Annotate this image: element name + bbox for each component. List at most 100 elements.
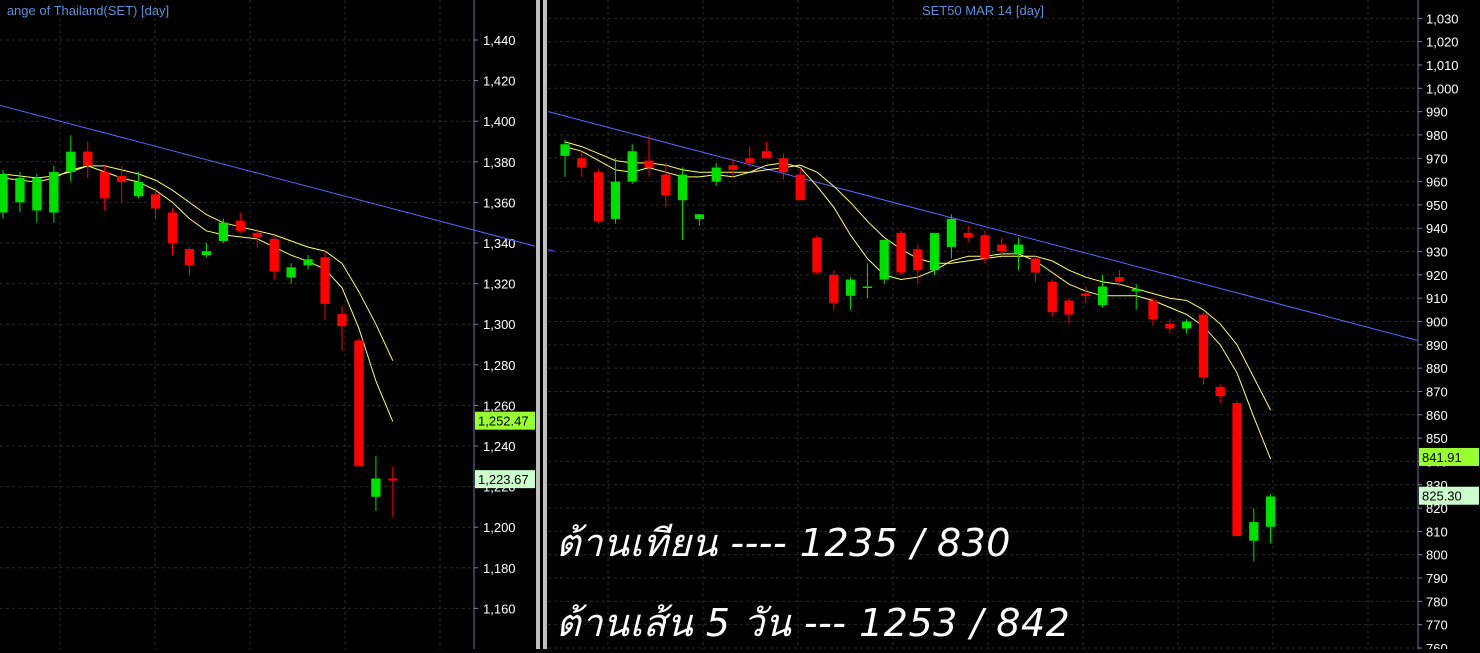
ma-slow-line — [2, 165, 394, 361]
candle-body — [201, 251, 212, 256]
y-tick-label: 790 — [1426, 571, 1448, 586]
candle — [167, 208, 178, 256]
candle-body — [778, 158, 789, 173]
y-tick-label: 890 — [1426, 338, 1448, 353]
candle-body — [577, 158, 587, 168]
candle — [116, 165, 127, 203]
chart-title: ange of Thailand(SET) [day] — [7, 3, 169, 18]
candle — [201, 243, 212, 258]
candle-body — [100, 171, 110, 199]
y-tick-label: 1,300 — [483, 317, 516, 332]
candle-body — [1181, 321, 1192, 329]
candle — [761, 141, 772, 159]
candle-body — [1131, 288, 1141, 292]
candle — [829, 270, 839, 310]
candle — [879, 239, 889, 285]
y-tick-label: 1,010 — [1426, 58, 1459, 73]
candle — [1215, 384, 1225, 404]
y-tick-label: 1,160 — [483, 601, 516, 616]
candle-body — [1013, 244, 1024, 254]
candle — [320, 251, 330, 321]
y-tick-label: 1,380 — [483, 155, 516, 170]
candle-body — [1265, 496, 1276, 527]
candle-body — [980, 235, 990, 259]
candle — [371, 456, 381, 511]
candle-body — [0, 173, 8, 213]
candle-body — [1215, 386, 1225, 397]
y-tick-label: 990 — [1426, 105, 1448, 120]
candle — [812, 235, 822, 275]
candle — [354, 338, 364, 467]
candle-body — [745, 158, 755, 163]
candle — [1047, 279, 1057, 317]
candle — [150, 190, 161, 219]
candle-body — [66, 151, 76, 172]
y-tick-label: 800 — [1426, 548, 1448, 563]
candle-body — [1114, 277, 1125, 282]
chart-panel-set: 1,1601,1801,2001,2201,2401,2601,2801,300… — [0, 0, 555, 649]
y-tick-label: 1,020 — [1426, 35, 1459, 50]
chart-title: SET50 MAR 14 [day] — [922, 3, 1044, 18]
candle-body — [320, 257, 330, 304]
candle-body — [593, 172, 604, 222]
y-tick-label: 1,030 — [1426, 11, 1459, 26]
price-label-text: 825.30 — [1422, 489, 1462, 504]
candle — [946, 214, 957, 259]
candle — [218, 218, 229, 243]
candle-body — [133, 182, 144, 197]
y-tick-label: 950 — [1426, 198, 1448, 213]
candle-body — [997, 244, 1007, 252]
candle-body — [150, 194, 161, 209]
candle — [845, 277, 856, 310]
candle — [1232, 400, 1242, 537]
candle-body — [252, 232, 262, 237]
candle-body — [661, 174, 671, 196]
candle — [896, 230, 906, 275]
candle — [66, 135, 76, 183]
candle-body — [354, 340, 364, 467]
candle-body — [677, 174, 688, 201]
candle-body — [32, 178, 42, 211]
y-tick-label: 930 — [1426, 245, 1448, 260]
y-tick-label: 870 — [1426, 384, 1448, 399]
candle — [32, 173, 42, 223]
trendline — [0, 104, 555, 252]
candle — [388, 466, 398, 518]
candle-body — [286, 267, 296, 278]
candle — [269, 234, 279, 280]
candle — [1198, 312, 1209, 385]
y-tick-label: 1,320 — [483, 277, 516, 292]
candle — [627, 144, 637, 184]
candle — [49, 165, 59, 223]
y-tick-label: 1,280 — [483, 358, 516, 373]
y-tick-label: 860 — [1426, 408, 1448, 423]
candle-body — [879, 239, 889, 280]
candle-body — [1047, 281, 1057, 313]
candle — [862, 263, 873, 299]
candle — [1097, 274, 1108, 308]
candle-body — [184, 249, 195, 266]
trendline — [548, 111, 1419, 342]
candle-body — [694, 214, 705, 219]
y-tick-label: 1,240 — [483, 439, 516, 454]
candle — [1265, 494, 1276, 544]
candle-body — [560, 144, 570, 156]
candle-body — [337, 314, 347, 327]
candle-body — [913, 249, 923, 271]
candle — [235, 212, 245, 233]
candle-body — [1097, 286, 1108, 306]
candle-body — [946, 218, 957, 247]
candle — [644, 134, 654, 177]
candle-body — [1030, 258, 1041, 273]
y-tick-label: 1,340 — [483, 236, 516, 251]
ma-fast-line — [564, 146, 1272, 460]
y-tick-label: 1,260 — [483, 398, 516, 413]
candle-body — [610, 181, 621, 219]
y-tick-label: 940 — [1426, 221, 1448, 236]
candle — [980, 230, 990, 264]
candle — [1030, 256, 1041, 282]
candle-body — [829, 274, 839, 303]
candle-body — [167, 212, 178, 243]
candle — [711, 162, 721, 187]
candle-body — [116, 176, 127, 183]
